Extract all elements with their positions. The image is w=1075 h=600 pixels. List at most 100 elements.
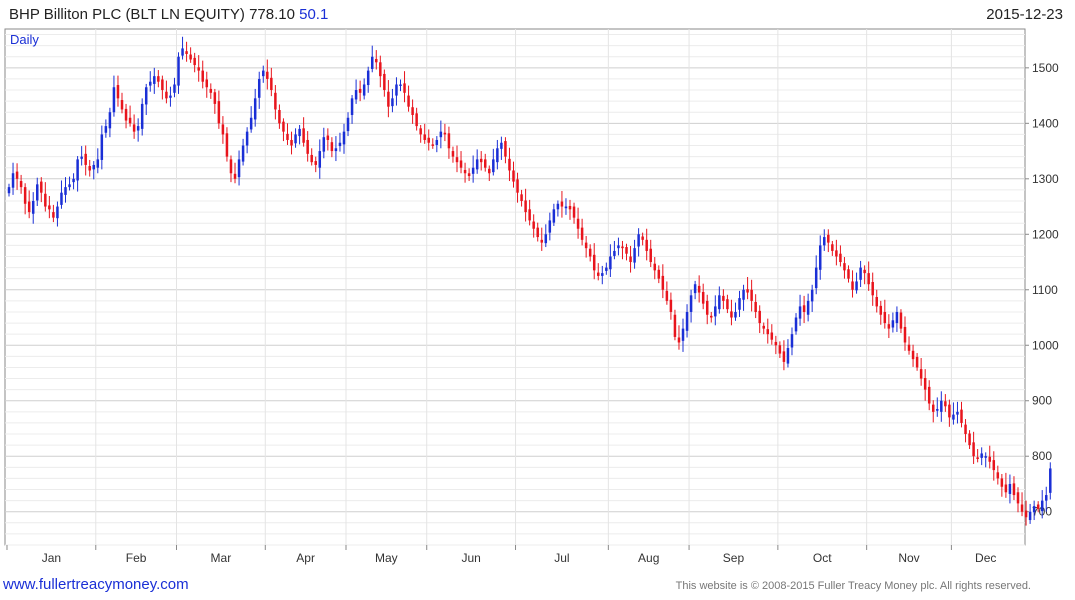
candle-body (338, 142, 342, 147)
candle-body (161, 79, 164, 91)
candle-body (641, 236, 644, 240)
candle-body (677, 337, 681, 343)
candle-body (399, 84, 402, 86)
candle-body (964, 424, 967, 435)
candle-body (685, 311, 689, 331)
candle-body (766, 329, 770, 335)
candle-body (286, 133, 289, 140)
candle-body (1028, 511, 1032, 521)
candle-body (64, 187, 67, 195)
candle-body (92, 164, 96, 170)
candle-body (742, 289, 745, 300)
candle-body (988, 456, 991, 462)
candle-body (790, 334, 794, 348)
candle-body (697, 285, 701, 293)
x-tick-label: Jan (42, 551, 61, 565)
candle-body (827, 234, 830, 243)
x-tick-label: May (375, 551, 398, 565)
candle-body (354, 90, 358, 100)
candle-body (931, 404, 935, 412)
candle-body (544, 234, 548, 244)
x-tick-label: Jun (461, 551, 480, 565)
x-tick-label: Feb (126, 551, 147, 565)
candle-body (262, 70, 265, 77)
candle-body (294, 134, 297, 144)
candle-body (831, 244, 834, 251)
candle-body (782, 351, 786, 362)
candle-body (104, 126, 108, 133)
candle-body (984, 456, 987, 458)
candle-body (479, 158, 483, 163)
candle-body (282, 121, 285, 132)
candle-body (992, 460, 996, 471)
candle-body (7, 187, 11, 194)
candle-body (157, 76, 160, 82)
candle-body (552, 209, 556, 223)
candle-body (144, 87, 148, 105)
candle-body (778, 345, 782, 354)
candle-body (488, 168, 491, 174)
x-tick-label: Aug (638, 551, 659, 565)
candle-body (915, 356, 919, 368)
candle-body (794, 317, 798, 332)
candle-body (310, 154, 313, 163)
candle-body (173, 84, 176, 93)
candle-body (185, 51, 188, 54)
x-tick-label: Mar (211, 551, 232, 565)
candle-body (693, 284, 697, 294)
candle-body (217, 101, 221, 124)
candle-body (504, 141, 507, 157)
candle-body (633, 248, 636, 263)
y-tick-label: 1200 (1032, 227, 1059, 241)
candle-body (835, 250, 838, 257)
candle-body (520, 194, 523, 201)
candle-body (350, 98, 354, 115)
candle-body (956, 411, 959, 415)
candle-body (278, 110, 281, 124)
candle-body (447, 133, 451, 149)
candle-body (40, 181, 43, 193)
candle-body (403, 83, 406, 93)
candle-body (714, 306, 717, 317)
candle-body (68, 184, 71, 188)
candle-body (996, 472, 1000, 479)
candle-body (722, 295, 725, 301)
candle-body (661, 275, 665, 290)
candle-body (177, 56, 180, 86)
candle-body (342, 131, 346, 145)
candle-body (84, 153, 87, 165)
candle-body (972, 442, 975, 457)
candle-body (810, 289, 814, 302)
x-tick-label: Oct (813, 551, 832, 565)
candle-body (387, 91, 390, 107)
candle-body (415, 113, 418, 127)
candle-body (189, 54, 192, 60)
candle-body (225, 133, 229, 157)
candle-body (153, 76, 156, 84)
candle-body (818, 245, 822, 270)
candle-body (290, 139, 293, 146)
candle-body (100, 134, 104, 160)
candle-body (625, 247, 628, 254)
candle-body (762, 325, 765, 329)
x-tick-label: Sep (723, 551, 745, 565)
x-tick-label: Apr (296, 551, 315, 565)
candle-body (584, 242, 588, 249)
candle-body (407, 95, 410, 107)
candle-body (48, 205, 51, 210)
website-link[interactable]: www.fullertreacymoney.com (3, 576, 189, 593)
candle-body (201, 70, 204, 82)
candle-body (80, 156, 83, 159)
candle-body (903, 326, 907, 343)
candle-body (734, 311, 737, 318)
candle-body (241, 145, 245, 162)
candle-body (431, 144, 435, 146)
candle-body (516, 179, 519, 193)
candle-body (471, 167, 475, 174)
candle-body (318, 151, 322, 168)
candle-body (88, 166, 91, 171)
candle-body (419, 128, 422, 135)
candle-body (572, 206, 576, 218)
candle-body (754, 301, 757, 312)
copyright-notice: This website is © 2008-2015 Fuller Treac… (675, 580, 1031, 592)
